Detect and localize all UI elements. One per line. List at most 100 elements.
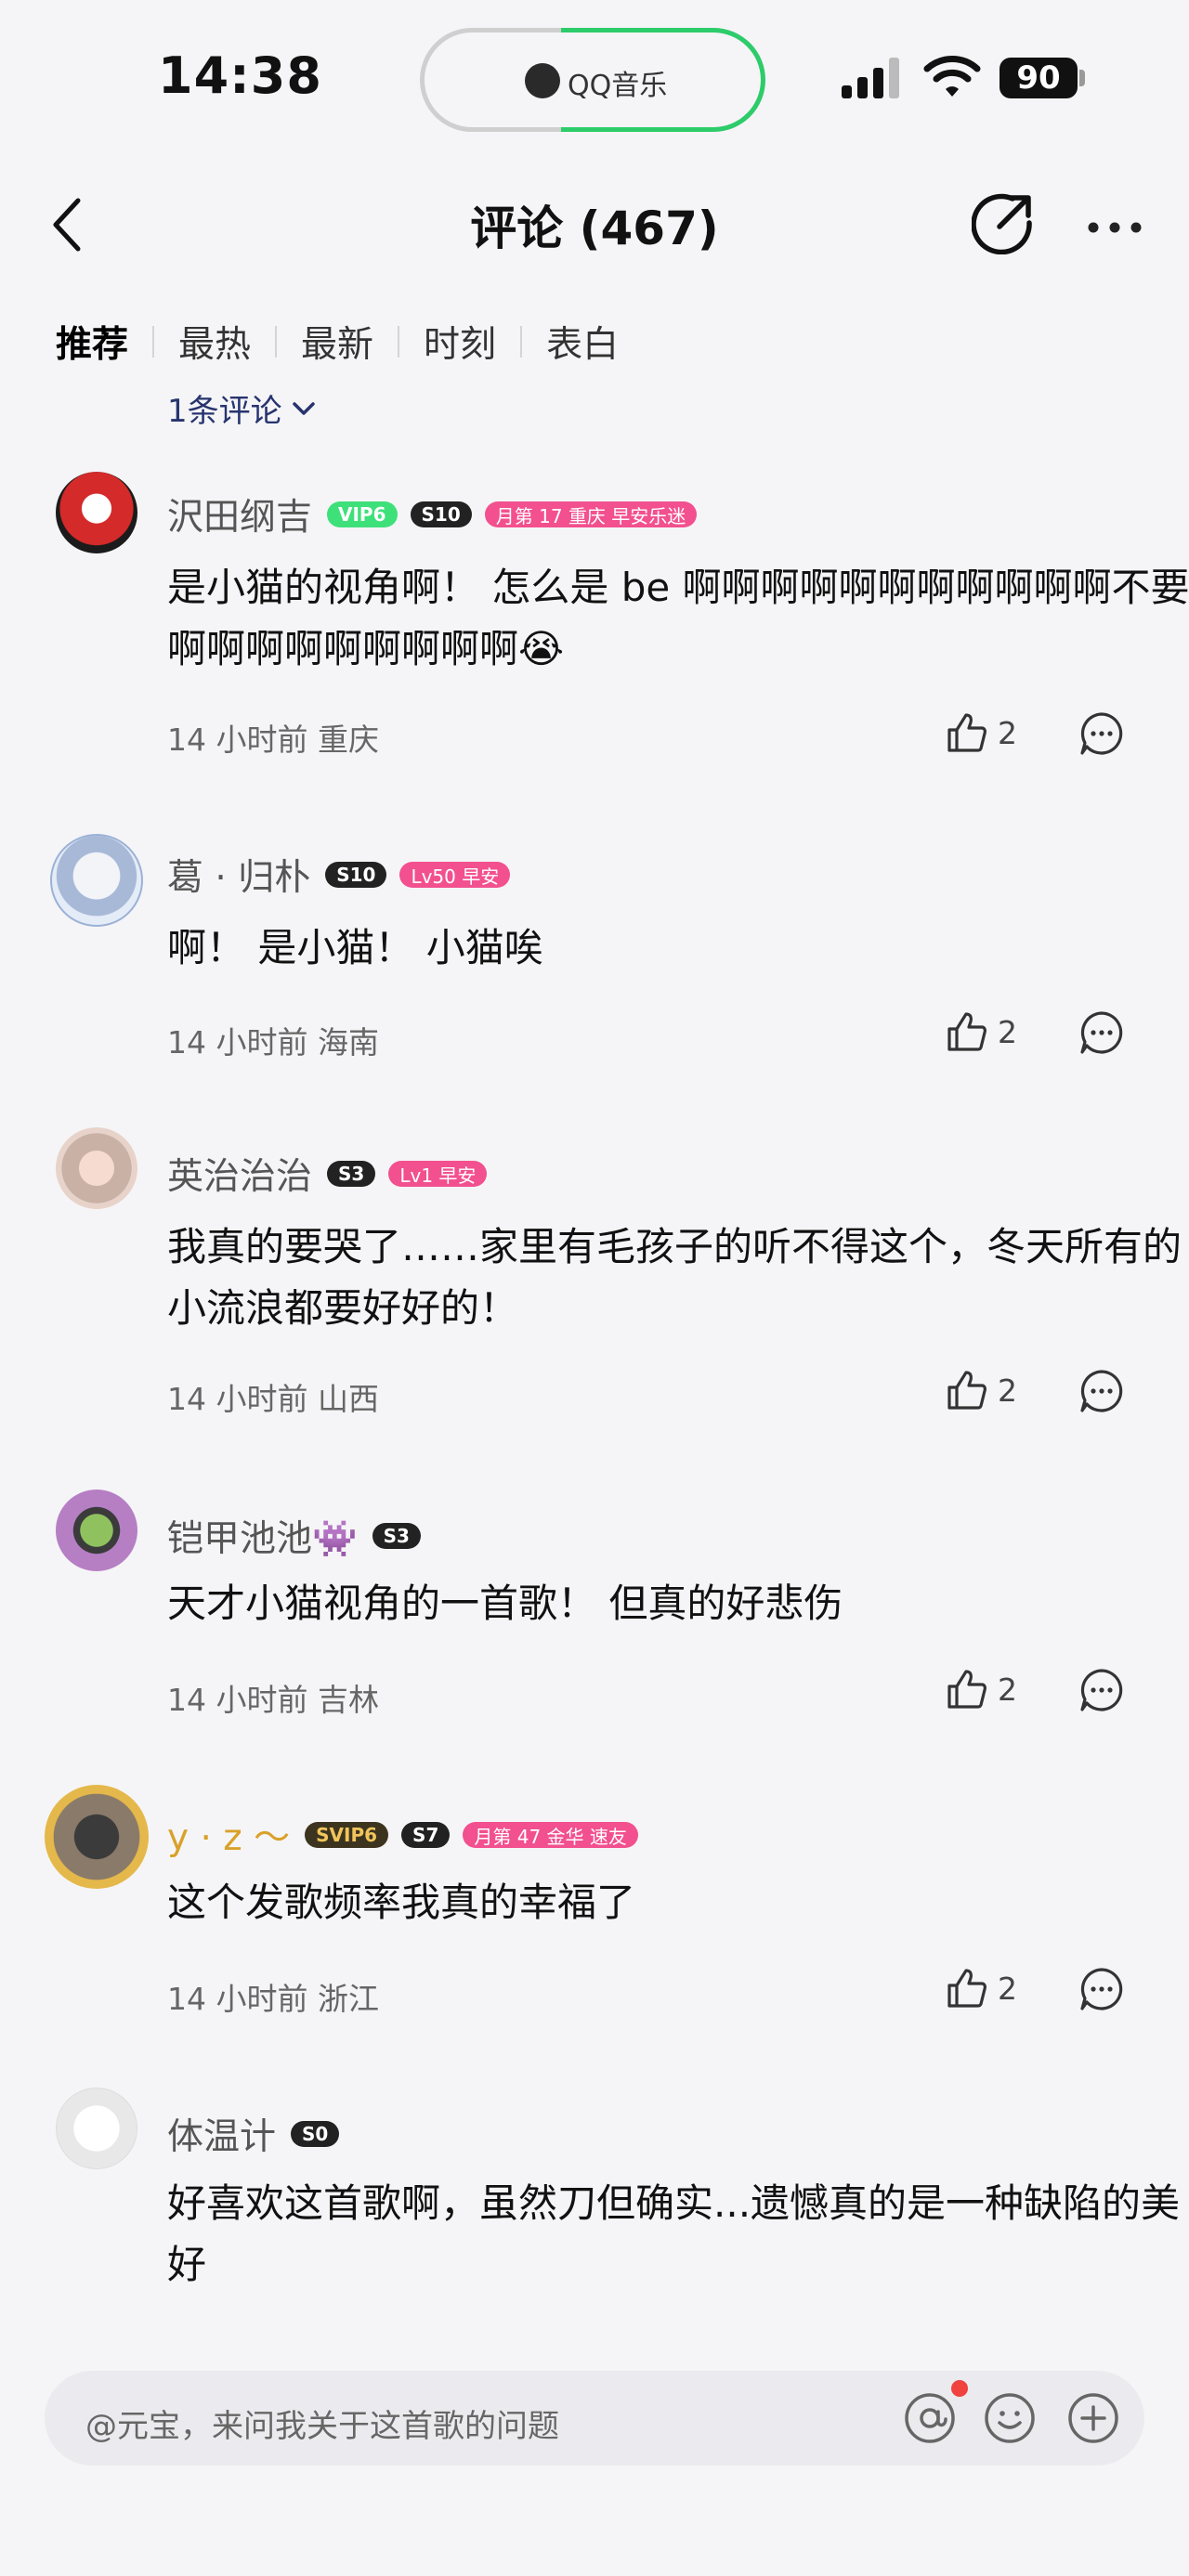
comment-text: 我真的要哭了……家里有毛孩子的听不得这个，冬天所有的小流浪都要好好的！ <box>167 1224 1182 1331</box>
comment-user-row: 葛 · 归朴 S10 Lv50 早安 <box>167 849 523 901</box>
comment-count-filter[interactable]: 1条评论 <box>167 385 316 431</box>
avatar[interactable] <box>56 2088 137 2169</box>
comment-location: 重庆 <box>317 722 379 758</box>
comment-meta: 14 小时前 浙江 <box>167 1974 379 2019</box>
like-count: 2 <box>998 1970 1017 2007</box>
comment-text: 是小猫的视角啊！ 怎么是 be 啊啊啊啊啊啊啊啊啊啊啊不要啊啊啊啊啊啊啊啊啊😭 <box>167 565 1189 671</box>
svip-badge: SVIP6 <box>305 1822 389 1848</box>
tab-confession[interactable]: 表白 <box>522 316 643 368</box>
comment-time: 14 小时前 <box>167 1381 308 1417</box>
like-count: 2 <box>998 1372 1017 1409</box>
username[interactable]: y · z ～ <box>167 1809 290 1861</box>
thumbs-up-icon <box>947 1012 986 1051</box>
comment-meta: 14 小时前 山西 <box>167 1374 379 1419</box>
fan-badge: Lv1 早安 <box>388 1161 488 1187</box>
reply-bubble-icon[interactable] <box>1079 1967 1124 2011</box>
comment-location: 海南 <box>317 1024 379 1060</box>
comment-count-label: 1条评论 <box>167 393 282 430</box>
qq-music-logo-icon <box>525 63 560 98</box>
like-button[interactable]: 2 <box>946 1010 1017 1053</box>
island-app-name: QQ音乐 <box>568 70 668 102</box>
like-count: 2 <box>998 1013 1017 1050</box>
at-mention-icon[interactable] <box>903 2391 957 2445</box>
thumbs-up-icon <box>947 713 986 752</box>
comment-location: 吉林 <box>317 1682 379 1718</box>
comment-item: 沢田纲吉 VIP6 S10 月第 17 重庆 早安乐迷 是小猫的视角啊！ 怎么是… <box>0 464 1189 761</box>
thumbs-up-icon <box>947 1371 986 1410</box>
reply-bubble-icon[interactable] <box>1079 1010 1124 1055</box>
username[interactable]: 葛 · 归朴 <box>167 849 310 901</box>
tab-newest[interactable]: 最新 <box>277 316 398 368</box>
fan-badge: 月第 47 金华 速友 <box>463 1822 638 1848</box>
like-button[interactable]: 2 <box>946 711 1017 754</box>
share-icon[interactable] <box>972 191 1035 254</box>
comment-text: 啊！ 是小猫！ 小猫唉 <box>167 925 543 970</box>
username[interactable]: 体温计 <box>167 2108 276 2160</box>
reply-bubble-icon[interactable] <box>1079 1369 1124 1413</box>
comment-user-row: 铠甲池池👾 S3 <box>167 1510 434 1562</box>
battery-tip <box>1079 70 1085 86</box>
vip-badge: VIP6 <box>327 501 398 527</box>
wifi-icon <box>923 56 981 97</box>
comment-meta: 14 小时前 海南 <box>167 1018 379 1062</box>
username[interactable]: 铠甲池池👾 <box>167 1510 358 1562</box>
comment-time: 14 小时前 <box>167 1682 308 1718</box>
level-badge: S10 <box>410 501 472 527</box>
comment-text: 天才小猫视角的一首歌！ 但真的好悲伤 <box>167 1581 843 1626</box>
avatar[interactable] <box>45 1785 149 1889</box>
comment-user-row: 沢田纲吉 VIP6 S10 月第 17 重庆 早安乐迷 <box>167 488 710 540</box>
reply-bubble-icon[interactable] <box>1079 711 1124 756</box>
comment-user-row: 英治治治 S3 Lv1 早安 <box>167 1148 500 1200</box>
tab-hottest[interactable]: 最热 <box>154 316 275 368</box>
avatar[interactable] <box>56 1490 137 1571</box>
comment-time: 14 小时前 <box>167 722 308 758</box>
comment-user-row: y · z ～ SVIP6 S7 月第 47 金华 速友 <box>167 1809 651 1861</box>
comment-item: 葛 · 归朴 S10 Lv50 早安 啊！ 是小猫！ 小猫唉 14 小时前 海南… <box>0 825 1189 1066</box>
comment-item: 体温计 S0 好喜欢这首歌啊，虽然刀但确实...遗憾真的是一种缺陷的美好 <box>0 2084 1189 2297</box>
avatar[interactable] <box>50 834 143 927</box>
comment-user-row: 体温计 S0 <box>167 2108 352 2160</box>
like-button[interactable]: 2 <box>946 1668 1017 1711</box>
comment-location: 山西 <box>317 1381 379 1417</box>
like-button[interactable]: 2 <box>946 1967 1017 2010</box>
username[interactable]: 英治治治 <box>167 1148 312 1200</box>
comment-input-bar[interactable]: @元宝，来问我关于这首歌的问题 <box>45 2371 1144 2465</box>
emoji-icon[interactable] <box>983 2391 1037 2445</box>
like-count: 2 <box>998 1671 1017 1708</box>
comment-location: 浙江 <box>317 1981 379 2017</box>
comment-input-placeholder[interactable]: @元宝，来问我关于这首歌的问题 <box>85 2400 559 2446</box>
chevron-down-icon <box>292 401 315 415</box>
tab-recommended[interactable]: 推荐 <box>56 316 152 368</box>
comment-item: 英治治治 S3 Lv1 早安 我真的要哭了……家里有毛孩子的听不得这个，冬天所有… <box>0 1124 1189 1439</box>
comment-meta: 14 小时前 吉林 <box>167 1675 379 1720</box>
comment-meta: 14 小时前 重庆 <box>167 715 379 760</box>
reply-bubble-icon[interactable] <box>1079 1668 1124 1712</box>
cellular-signal-icon <box>842 58 899 98</box>
thumbs-up-icon <box>947 1670 986 1709</box>
like-button[interactable]: 2 <box>946 1369 1017 1412</box>
tab-moments[interactable]: 时刻 <box>399 316 520 368</box>
avatar[interactable] <box>56 1127 137 1209</box>
notification-dot <box>951 2380 968 2397</box>
username[interactable]: 沢田纲吉 <box>167 488 312 540</box>
dynamic-island-player[interactable]: QQ音乐 <box>420 28 765 132</box>
fan-badge: 月第 17 重庆 早安乐迷 <box>484 501 698 527</box>
level-badge: S10 <box>325 862 387 888</box>
status-time: 14:38 <box>158 46 322 105</box>
battery-indicator: 90 <box>1000 58 1078 98</box>
fan-badge: Lv50 早安 <box>399 862 511 888</box>
like-count: 2 <box>998 714 1017 751</box>
add-icon[interactable] <box>1066 2391 1120 2445</box>
avatar[interactable] <box>56 472 137 553</box>
level-badge: S0 <box>291 2121 340 2147</box>
level-badge: S7 <box>401 1822 451 1848</box>
more-options-icon[interactable] <box>1087 221 1143 234</box>
comment-text: 好喜欢这首歌啊，虽然刀但确实...遗憾真的是一种缺陷的美好 <box>167 2180 1181 2287</box>
comment-time: 14 小时前 <box>167 1024 308 1060</box>
level-badge: S3 <box>372 1523 421 1549</box>
thumbs-up-icon <box>947 1969 986 2008</box>
comment-item: 铠甲池池👾 S3 天才小猫视角的一首歌！ 但真的好悲伤 14 小时前 吉林 2 <box>0 1486 1189 1727</box>
comment-sort-tabs: 推荐 最热 最新 时刻 表白 <box>56 316 643 368</box>
level-badge: S3 <box>327 1161 376 1187</box>
comment-text: 这个发歌频率我真的幸福了 <box>167 1880 636 1925</box>
